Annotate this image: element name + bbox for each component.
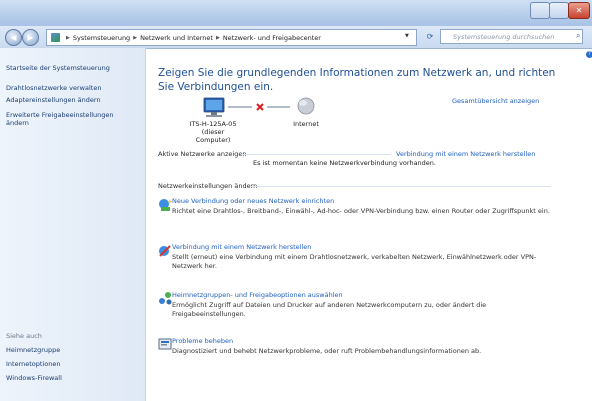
sidebar-link-homegroup[interactable]: Heimnetzgruppe (6, 346, 60, 354)
search-icon[interactable]: ⌕ (576, 31, 580, 41)
disconnected-x-icon (256, 103, 264, 111)
breadcrumb-item[interactable]: Systemsteuerung (73, 34, 130, 42)
sidebar-link-manage-wireless[interactable]: Drahtlosnetzwerke verwalten (6, 84, 101, 92)
sidebar: Startseite der Systemsteuerung Drahtlosn… (0, 48, 146, 401)
address-box[interactable]: ▶ Systemsteuerung ▶ Netzwerk und Interne… (46, 29, 417, 46)
forward-button[interactable]: ▶ (22, 29, 39, 46)
address-dropdown-icon[interactable]: ▼ (405, 33, 409, 39)
task-link[interactable]: Heimnetzgruppen- und Freigabeoptionen au… (172, 291, 562, 299)
connect-network-link[interactable]: Verbindung mit einem Netzwerk herstellen (396, 150, 535, 158)
maximize-button[interactable] (549, 2, 569, 19)
no-connection-text: Es ist momentan keine Netzwerkverbindung… (253, 159, 436, 167)
breadcrumb-chevron-icon: ▶ (66, 34, 70, 41)
task-link[interactable]: Neue Verbindung oder neues Netzwerk einr… (172, 197, 562, 205)
task-link[interactable]: Probleme beheben (172, 337, 562, 345)
troubleshoot-icon (158, 338, 172, 350)
section-divider (251, 186, 551, 187)
change-settings-heading: Netzwerkeinstellungen ändern (158, 182, 258, 190)
active-networks-heading: Aktive Netzwerke anzeigen (158, 150, 247, 158)
globe-icon (297, 97, 315, 115)
new-connection-icon: + (159, 198, 172, 211)
search-input[interactable]: Systemsteuerung durchsuchen (440, 29, 583, 44)
breadcrumb-chevron-icon: ▶ (215, 34, 220, 41)
task-troubleshoot: Probleme beheben Diagnostiziert und behe… (172, 337, 562, 356)
task-description: Ermöglicht Zugriff auf Dateien und Druck… (172, 301, 487, 318)
full-map-link[interactable]: Gesamtübersicht anzeigen (452, 97, 539, 105)
task-description: Richtet eine Drahtlos-, Breitband-, Einw… (172, 207, 550, 215)
see-also-heading: Siehe auch (6, 332, 42, 340)
connect-network-icon (159, 245, 171, 257)
minimize-button[interactable] (530, 2, 550, 19)
window-titlebar[interactable]: ✕ (0, 0, 592, 26)
page-title: Zeigen Sie die grundlegenden Information… (158, 67, 556, 93)
network-map: ITS-H-125A-05 (dieser Computer) Internet… (156, 96, 586, 146)
computer-sublabel: (dieser Computer) (195, 128, 231, 144)
sidebar-link-windows-firewall[interactable]: Windows-Firewall (6, 374, 62, 382)
homegroup-icon (159, 292, 172, 305)
address-bar-row: ◀ ▶ ▶ Systemsteuerung ▶ Netzwerk und Int… (0, 26, 592, 49)
close-button[interactable]: ✕ (568, 2, 590, 19)
back-button[interactable]: ◀ (5, 29, 22, 46)
main-panel: Zeigen Sie die grundlegenden Information… (146, 48, 592, 401)
control-panel-icon (51, 33, 60, 42)
back-arrow-icon: ◀ (10, 33, 17, 42)
sidebar-link-advanced-sharing[interactable]: Erweiterte Freigabeeinstellungen ändern (6, 111, 136, 127)
task-link[interactable]: Verbindung mit einem Netzwerk herstellen (172, 243, 562, 251)
task-description: Diagnostiziert und behebt Netzwerkproble… (172, 347, 482, 355)
close-icon: ✕ (575, 6, 583, 15)
task-homegroup-sharing: Heimnetzgruppen- und Freigabeoptionen au… (172, 291, 562, 319)
sidebar-link-adapter-settings[interactable]: Adaptereinstellungen ändern (6, 96, 101, 104)
breadcrumb-item[interactable]: Netzwerk und Internet (140, 34, 213, 42)
forward-arrow-icon: ▶ (27, 33, 34, 42)
computer-name: ITS-H-125A-05 (189, 120, 237, 128)
refresh-icon: ⟳ (426, 32, 434, 41)
sidebar-link-internet-options[interactable]: Internetoptionen (6, 360, 60, 368)
computer-label: ITS-H-125A-05 (dieser Computer) (188, 120, 238, 144)
breadcrumb-item[interactable]: Netzwerk- und Freigabecenter (223, 34, 321, 42)
sidebar-link-control-panel-home[interactable]: Startseite der Systemsteuerung (6, 64, 110, 72)
internet-label: Internet (293, 120, 319, 128)
section-divider (241, 154, 391, 155)
computer-icon (203, 97, 225, 117)
task-setup-new-connection: Neue Verbindung oder neues Netzwerk einr… (172, 197, 562, 216)
task-description: Stellt (erneut) eine Verbindung mit eine… (172, 253, 537, 270)
task-connect-network: Verbindung mit einem Netzwerk herstellen… (172, 243, 562, 271)
breadcrumb-chevron-icon: ▶ (133, 34, 138, 41)
refresh-button[interactable]: ⟳ (423, 29, 437, 44)
